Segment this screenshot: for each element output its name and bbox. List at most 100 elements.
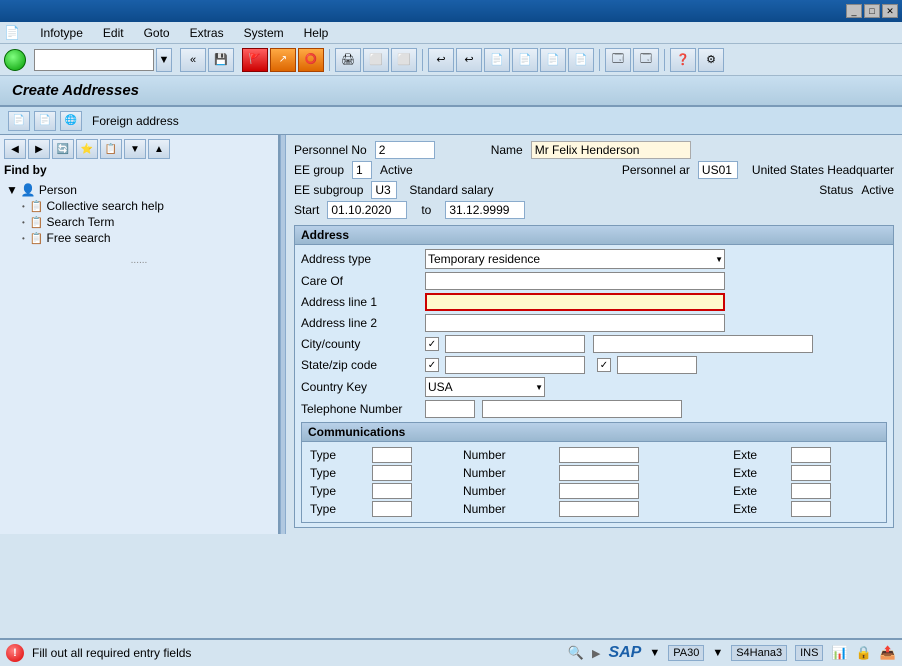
active-label: Active [380, 163, 413, 177]
minimize-button[interactable]: _ [846, 4, 862, 18]
back-nav-button[interactable]: « [180, 48, 206, 72]
telephone-num[interactable] [482, 400, 682, 418]
ee-subgroup-label: EE subgroup [294, 183, 363, 197]
search-term-label: Search Term [47, 215, 115, 229]
address-type-select[interactable]: Temporary residence Permanent residence … [425, 249, 725, 269]
city-county-label: City/county [301, 337, 421, 351]
menu-infotype[interactable]: Infotype [36, 24, 87, 42]
tree-expand-icon: ▼ [6, 183, 18, 197]
nav-up[interactable]: ▲ [148, 139, 170, 159]
telephone-row: Telephone Number [301, 400, 887, 418]
tb-btn-5[interactable]: 📄 [484, 48, 510, 72]
sub-btn-globe[interactable]: 🌐 [60, 111, 82, 131]
tree-search-term[interactable]: • 📋 Search Term [20, 214, 274, 230]
close-button[interactable]: ✕ [882, 4, 898, 18]
page-title: Create Addresses [12, 82, 139, 99]
city2-input[interactable] [593, 335, 813, 353]
info-row-2: EE group 1 Active Personnel ar US01 Unit… [294, 161, 894, 179]
number-input-4[interactable] [559, 501, 639, 517]
maximize-button[interactable]: □ [864, 4, 880, 18]
number-input-2[interactable] [559, 465, 639, 481]
left-panel: ◀ ▶ 🔄 ⭐ 📋 ▼ ▲ Find by ▼ 👤 Person • 📋 Col… [0, 135, 280, 534]
help-button[interactable]: ❓ [670, 48, 696, 72]
number-label-3: Number [463, 484, 506, 498]
number-input-3[interactable] [559, 483, 639, 499]
telephone-label: Telephone Number [301, 402, 421, 416]
tree-children: • 📋 Collective search help • 📋 Search Te… [4, 198, 274, 246]
bullet-2: • [22, 218, 25, 227]
zip-checkbox[interactable]: ✓ [597, 358, 611, 372]
window-btn-1[interactable]: 🗔 [605, 48, 631, 72]
tb-btn-6[interactable]: 📄 [512, 48, 538, 72]
nav-down[interactable]: ▼ [124, 139, 146, 159]
sub-btn-2[interactable]: 📄 [34, 111, 56, 131]
address-type-row: Address type Temporary residence Permane… [301, 249, 887, 269]
telephone-area[interactable] [425, 400, 475, 418]
nav-history[interactable]: 📋 [100, 139, 122, 159]
collective-search-icon: 📋 [30, 200, 44, 213]
tb-btn-1[interactable]: ⬜ [363, 48, 389, 72]
dropdown-button[interactable]: ▼ [156, 48, 172, 72]
nav-forward[interactable]: ▶ [28, 139, 50, 159]
state-checkbox[interactable]: ✓ [425, 358, 439, 372]
sub-btn-1[interactable]: 📄 [8, 111, 30, 131]
menu-help[interactable]: Help [300, 24, 333, 42]
free-search-icon: 📋 [30, 232, 44, 245]
city-input[interactable] [445, 335, 585, 353]
exte-input-2[interactable] [791, 465, 831, 481]
tree-free-search[interactable]: • 📋 Free search [20, 230, 274, 246]
config-button[interactable]: ⚙ [698, 48, 724, 72]
state-input[interactable] [445, 356, 585, 374]
country-key-label: Country Key [301, 380, 421, 394]
type-input-1[interactable] [372, 447, 412, 463]
nav-favorite[interactable]: ⭐ [76, 139, 98, 159]
tb-btn-3[interactable]: ↩ [428, 48, 454, 72]
status-right: 🔍 ▶ SAP ▼ PA30 ▼ S4Hana3 INS 📊 🔒 📤 [568, 644, 896, 662]
confirm-button[interactable] [4, 49, 26, 71]
right-panel: Personnel No 2 Name Mr Felix Henderson E… [286, 135, 902, 534]
page-header-bar: Create Addresses [0, 76, 902, 107]
orange-arrow-button[interactable]: ↗ [270, 48, 296, 72]
city-checkbox[interactable]: ✓ [425, 337, 439, 351]
exte-input-1[interactable] [791, 447, 831, 463]
address-line2-input[interactable] [425, 314, 725, 332]
type-input-2[interactable] [372, 465, 412, 481]
bullet-1: • [22, 202, 25, 211]
menu-edit[interactable]: Edit [99, 24, 128, 42]
ee-group-label: EE group [294, 163, 344, 177]
print-button[interactable]: 🖨 [335, 48, 361, 72]
nav-refresh[interactable]: 🔄 [52, 139, 74, 159]
country-select[interactable]: USA CAN GBR [425, 377, 545, 397]
zip-input[interactable] [617, 356, 697, 374]
comm-row-3: Type Number Exte [308, 482, 880, 500]
tree-person-root[interactable]: ▼ 👤 Person [4, 182, 274, 198]
number-label-2: Number [463, 466, 506, 480]
menu-extras[interactable]: Extras [186, 24, 228, 42]
info-row-4: Start 01.10.2020 to 31.12.9999 [294, 201, 894, 219]
number-input-1[interactable] [559, 447, 639, 463]
exte-label-4: Exte [733, 502, 757, 516]
menu-goto[interactable]: Goto [140, 24, 174, 42]
tb-btn-7[interactable]: 📄 [540, 48, 566, 72]
exte-label-2: Exte [733, 466, 757, 480]
type-input-3[interactable] [372, 483, 412, 499]
find-by-label: Find by [4, 163, 274, 177]
care-of-input[interactable] [425, 272, 725, 290]
window-btn-2[interactable]: 🗔 [633, 48, 659, 72]
red-flag-button[interactable]: 🚩 [242, 48, 268, 72]
address-line1-input[interactable] [425, 293, 725, 311]
menu-system[interactable]: System [240, 24, 288, 42]
nav-back[interactable]: ◀ [4, 139, 26, 159]
command-input[interactable] [34, 49, 154, 71]
tb-btn-8[interactable]: 📄 [568, 48, 594, 72]
type-input-4[interactable] [372, 501, 412, 517]
tree-collective-search[interactable]: • 📋 Collective search help [20, 198, 274, 214]
tb-btn-4[interactable]: ↩ [456, 48, 482, 72]
tb-btn-2[interactable]: ⬜ [391, 48, 417, 72]
status-error-icon: ! [6, 644, 24, 662]
orange-circle-button[interactable]: ⭕ [298, 48, 324, 72]
exte-input-3[interactable] [791, 483, 831, 499]
exte-input-4[interactable] [791, 501, 831, 517]
save-button[interactable]: 💾 [208, 48, 234, 72]
address-section-header: Address [295, 226, 893, 245]
